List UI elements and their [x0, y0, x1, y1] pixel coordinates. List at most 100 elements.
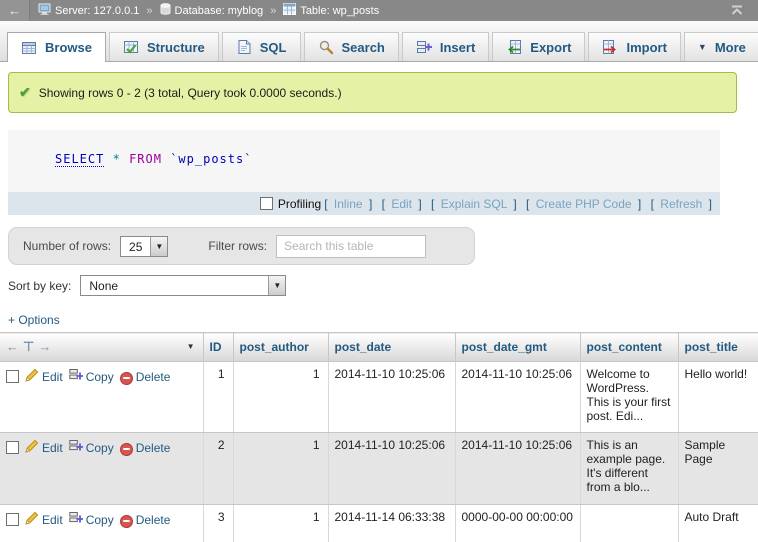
results-header-row: ←⊤→ ▼ IDpost_authorpost_datepost_date_gm… [0, 333, 758, 362]
left-arrow-icon: ← [8, 3, 21, 18]
pencil-icon [25, 511, 39, 528]
more-icon: ▼ [698, 42, 707, 52]
tab-more[interactable]: ▼ More [684, 32, 758, 61]
delete-row-button[interactable]: Delete [120, 439, 171, 456]
rows-filter-bar: Number of rows: 25 ▼ Filter rows: [8, 227, 475, 265]
tab-bar: BrowseStructure SQL Search Insert Export Impo… [0, 21, 758, 62]
profiling-bar: Profiling [ Inline ] [ Edit ] [ Explain … [8, 192, 720, 215]
create-php-code-link[interactable]: Create PHP Code [536, 197, 632, 211]
cell-id: 1 [203, 362, 233, 433]
rows-count-value: 25 [121, 237, 150, 256]
copy-row-button[interactable]: Copy [69, 439, 114, 456]
column-header-post_title[interactable]: post_title [678, 333, 758, 362]
cell-post-title: Hello world! [678, 362, 758, 433]
bracket: [ [431, 197, 434, 211]
header-actions-cell: ←⊤→ ▼ [0, 333, 203, 362]
breadcrumb-database-label: Database: myblog [175, 5, 264, 17]
row-actions-cell: Edit Copy Delete [0, 433, 203, 505]
edit-row-button[interactable]: Edit [25, 511, 63, 528]
breadcrumb-table-label: Table: wp_posts [300, 5, 379, 17]
sort-by-key-row: Sort by key: None ▼ [8, 274, 758, 297]
inline-link[interactable]: Inline [334, 197, 363, 211]
breadcrumb-table[interactable]: Table: wp_posts [283, 3, 379, 18]
action-label: Delete [136, 513, 171, 527]
edit-row-button[interactable]: Edit [25, 439, 63, 456]
copy-row-button[interactable]: Copy [69, 511, 114, 528]
sort-by-key-value: None [81, 276, 268, 295]
copy-icon [69, 439, 83, 456]
copy-icon [69, 368, 83, 385]
cell-post-date: 2014-11-10 10:25:06 [328, 362, 455, 433]
delete-icon [120, 511, 133, 528]
tab-label: More [715, 40, 746, 55]
import-icon [602, 39, 618, 55]
column-header-post_date[interactable]: post_date [328, 333, 455, 362]
profiling-checkbox[interactable] [260, 197, 273, 210]
nav-panel-toggle-button[interactable]: ← [0, 0, 30, 21]
sort-descending-icon[interactable]: ▼ [187, 342, 195, 351]
edit-row-button[interactable]: Edit [25, 368, 63, 385]
tab-label: Insert [440, 40, 475, 55]
tab-export[interactable]: Export [492, 32, 585, 61]
search-table-input[interactable] [276, 235, 426, 258]
bracket: [ [526, 197, 529, 211]
delete-row-button[interactable]: Delete [120, 511, 171, 528]
refresh-link[interactable]: Refresh [660, 197, 702, 211]
copy-icon [69, 511, 83, 528]
copy-row-button[interactable]: Copy [69, 368, 114, 385]
edit-link[interactable]: Edit [391, 197, 412, 211]
bracket: ] [369, 197, 372, 211]
collapse-icon[interactable] [730, 5, 744, 16]
insert-icon [416, 39, 432, 55]
cell-post-date-gmt: 2014-11-10 10:25:06 [455, 362, 580, 433]
breadcrumb-separator: » [270, 5, 276, 17]
column-header-post_date_gmt[interactable]: post_date_gmt [455, 333, 580, 362]
column-header-id[interactable]: ID [203, 333, 233, 362]
sort-by-key-label: Sort by key: [8, 279, 71, 293]
action-label: Delete [136, 370, 171, 384]
cell-post-date: 2014-11-14 06:33:38 [328, 505, 455, 542]
action-label: Copy [86, 441, 114, 455]
tab-label: SQL [260, 40, 287, 55]
breadcrumb-separator: » [146, 5, 152, 17]
database-icon [160, 3, 171, 18]
rows-count-select[interactable]: 25 ▼ [120, 236, 168, 257]
action-label: Copy [86, 370, 114, 384]
tab-search[interactable]: Search [304, 32, 399, 61]
cell-post-content: Welcome to WordPress. This is your first… [580, 362, 678, 433]
sql-icon [236, 39, 252, 55]
tab-sql[interactable]: SQL [222, 32, 301, 61]
bracket: ] [513, 197, 516, 211]
row-checkbox[interactable] [6, 441, 19, 454]
sql-select-keyword-link[interactable]: SELECT [55, 152, 104, 167]
row-checkbox[interactable] [6, 513, 19, 526]
tab-structure[interactable]: Structure [109, 32, 219, 61]
cell-post-date-gmt: 2014-11-10 10:25:06 [455, 433, 580, 505]
action-label: Edit [42, 441, 63, 455]
action-label: Edit [42, 370, 63, 384]
tab-label: Import [626, 40, 666, 55]
explain-sql-link[interactable]: Explain SQL [441, 197, 507, 211]
column-header-post_content[interactable]: post_content [580, 333, 678, 362]
sql-from-keyword: FROM [129, 152, 162, 166]
column-header-post_author[interactable]: post_author [233, 333, 328, 362]
tab-insert[interactable]: Insert [402, 32, 489, 61]
export-icon [506, 39, 522, 55]
chevron-down-icon: ▼ [268, 276, 285, 295]
status-message-text: Showing rows 0 - 2 (3 total, Query took … [39, 86, 342, 100]
server-icon [38, 3, 51, 18]
filter-rows-label: Filter rows: [208, 239, 267, 253]
action-label: Delete [136, 441, 171, 455]
table-nav-arrows-icon[interactable]: ←⊤→ [6, 339, 55, 354]
breadcrumb-server[interactable]: Server: 127.0.0.1 [38, 3, 139, 18]
bracket: [ [324, 197, 327, 211]
breadcrumb-database[interactable]: Database: myblog [160, 3, 264, 18]
row-checkbox[interactable] [6, 370, 19, 383]
tab-browse[interactable]: Browse [7, 32, 106, 62]
delete-icon [120, 368, 133, 385]
options-toggle-link[interactable]: + Options [8, 313, 78, 327]
delete-row-button[interactable]: Delete [120, 368, 171, 385]
sort-by-key-select[interactable]: None ▼ [80, 275, 286, 296]
profiling-label: Profiling [278, 197, 321, 211]
tab-import[interactable]: Import [588, 32, 680, 61]
